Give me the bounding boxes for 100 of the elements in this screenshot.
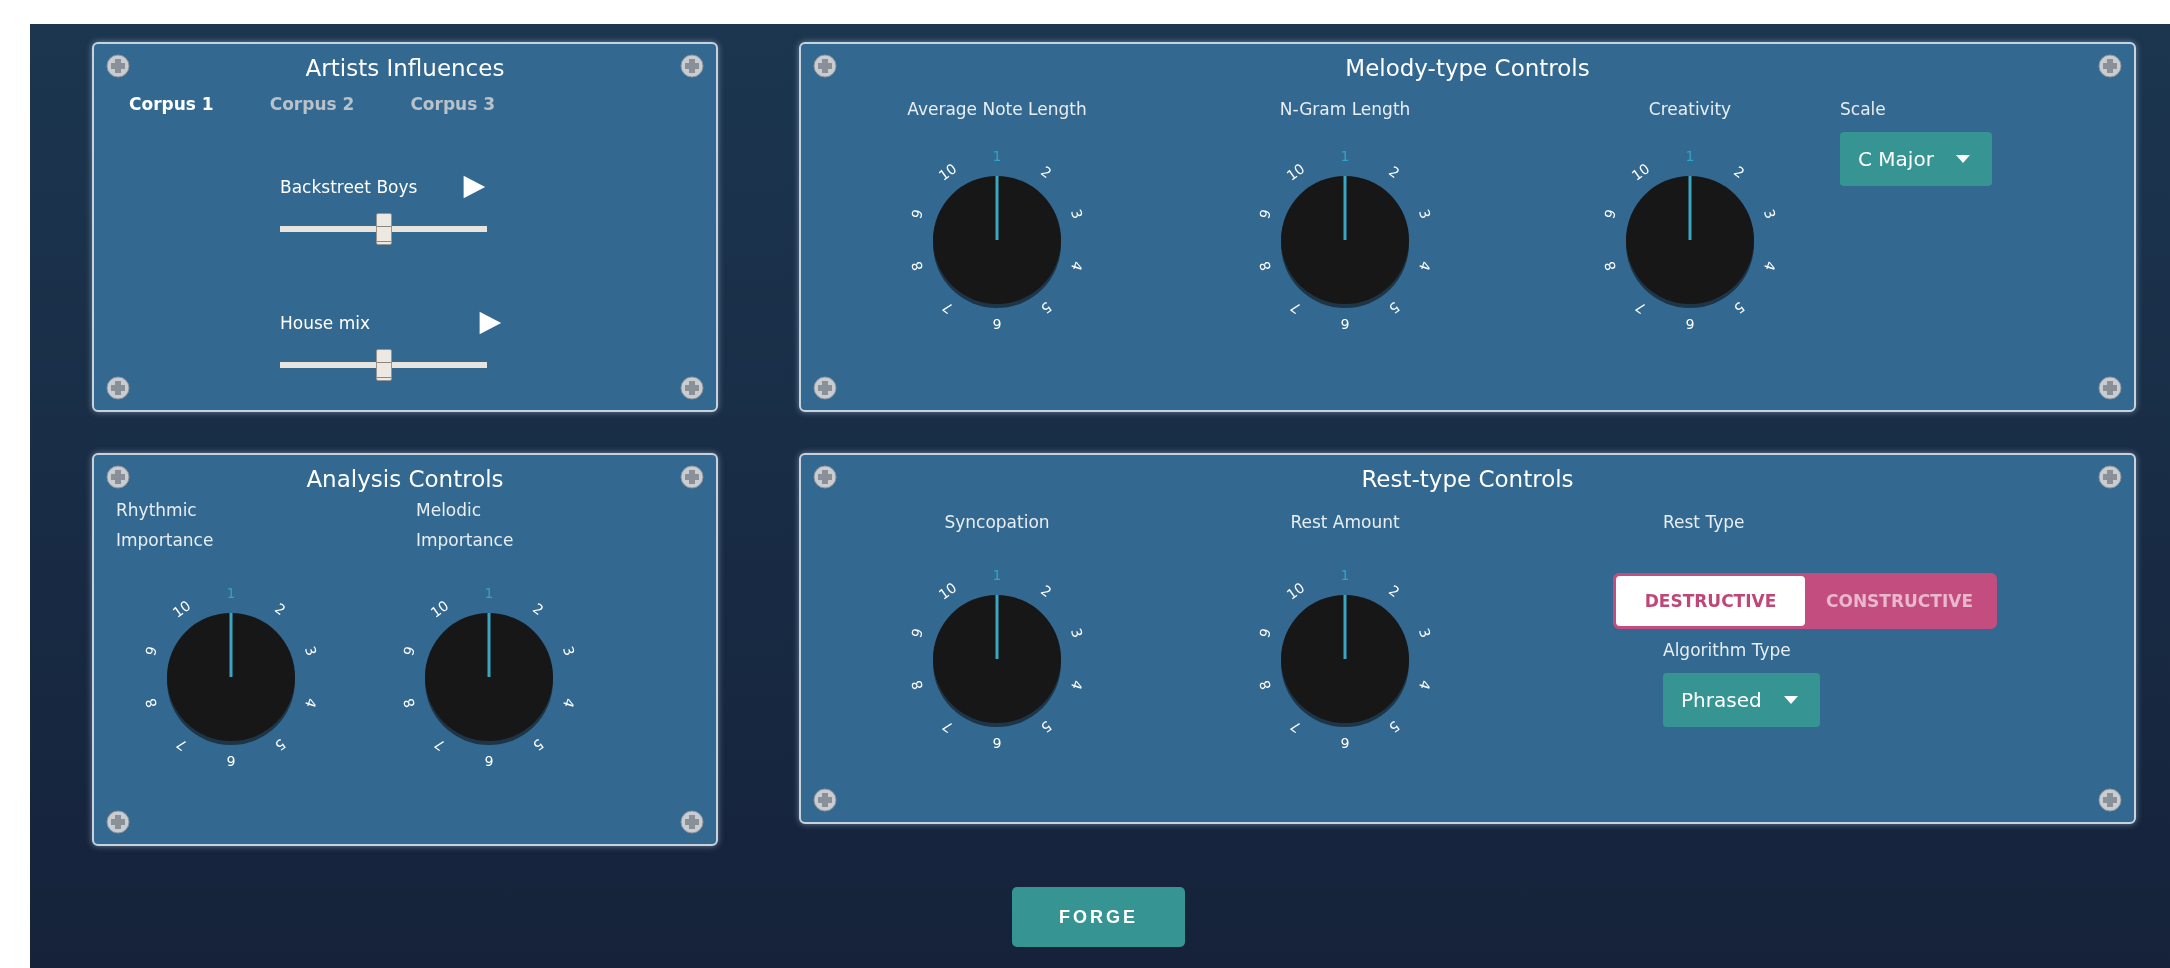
dial-number: 3 bbox=[559, 644, 578, 658]
dial-number: 1 bbox=[484, 585, 494, 601]
dial-number: 1 bbox=[992, 567, 1002, 583]
slider-thumb[interactable] bbox=[375, 349, 392, 381]
dial-number: 9 bbox=[908, 626, 927, 640]
dial-number: 5 bbox=[1038, 717, 1055, 737]
dial-number: 3 bbox=[1067, 626, 1086, 640]
dial-number: 10 bbox=[1283, 579, 1308, 603]
screw-icon bbox=[2098, 788, 2122, 812]
dial-number: 9 bbox=[908, 207, 927, 221]
screw-icon bbox=[2098, 54, 2122, 78]
dial-number: 10 bbox=[169, 597, 194, 621]
dial-number: 8 bbox=[400, 696, 419, 710]
dial-number: 10 bbox=[1283, 160, 1308, 184]
caret-icon bbox=[1783, 696, 1798, 704]
dial-number: 2 bbox=[530, 599, 547, 619]
toggle-option[interactable]: CONSTRUCTIVE bbox=[1805, 576, 1994, 626]
dial-number: 7 bbox=[939, 298, 956, 318]
dial-number: 6 bbox=[484, 753, 494, 769]
dial-number: 3 bbox=[1415, 207, 1434, 221]
screw-icon bbox=[106, 376, 130, 400]
dial-number: 9 bbox=[1256, 207, 1275, 221]
dial-number: 4 bbox=[1067, 259, 1086, 273]
option-label: Rest Type bbox=[1663, 511, 1745, 534]
dial-number: 7 bbox=[1287, 298, 1304, 318]
dial-number: 7 bbox=[431, 735, 448, 755]
dial-number: 8 bbox=[1256, 259, 1275, 273]
knob-label: Average Note Length bbox=[907, 98, 1087, 121]
screw-icon bbox=[680, 810, 704, 834]
slider-thumb[interactable] bbox=[375, 213, 392, 245]
knob-label: Syncopation bbox=[944, 511, 1050, 534]
knob-label: N-Gram Length bbox=[1279, 98, 1411, 121]
dial-number: 3 bbox=[1067, 207, 1086, 221]
dial-number: 8 bbox=[908, 678, 927, 692]
dial-number: 1 bbox=[992, 148, 1002, 164]
corpus-tab[interactable]: Corpus 2 bbox=[269, 94, 355, 114]
dial-number: 8 bbox=[908, 259, 927, 273]
play-icon[interactable] bbox=[462, 174, 486, 200]
forge-button[interactable]: FORGE bbox=[1012, 887, 1185, 947]
dial-number: 6 bbox=[1685, 316, 1695, 332]
dial-number: 4 bbox=[1760, 259, 1779, 273]
screw-icon bbox=[2098, 376, 2122, 400]
dial-number: 6 bbox=[226, 753, 236, 769]
dial-number: 2 bbox=[1038, 162, 1055, 182]
play-icon[interactable] bbox=[478, 310, 502, 336]
dial-number: 3 bbox=[301, 644, 320, 658]
dial-number: 5 bbox=[1731, 298, 1748, 318]
select-label: Algorithm Type bbox=[1663, 639, 1791, 662]
screw-icon bbox=[680, 54, 704, 78]
dial-number: 1 bbox=[1340, 567, 1350, 583]
screw-icon bbox=[106, 810, 130, 834]
dial-number: 5 bbox=[1386, 298, 1403, 318]
dial-number: 5 bbox=[530, 735, 547, 755]
knob-label: Melodic Importance bbox=[416, 499, 515, 552]
dial-number: 6 bbox=[992, 316, 1002, 332]
panel-title: Artists Influences bbox=[305, 54, 505, 83]
dial-number: 10 bbox=[1628, 160, 1653, 184]
dial-number: 4 bbox=[1415, 259, 1434, 273]
screw-icon bbox=[106, 465, 130, 489]
panel-title: Melody-type Controls bbox=[1345, 54, 1590, 83]
dial-number: 8 bbox=[1601, 259, 1620, 273]
dial-number: 6 bbox=[1340, 735, 1350, 751]
dial-number: 7 bbox=[1287, 717, 1304, 737]
algorithm-dropdown[interactable]: Phrased bbox=[1663, 673, 1820, 727]
dial-number: 10 bbox=[935, 579, 960, 603]
dial-number: 4 bbox=[301, 696, 320, 710]
select-label: Scale bbox=[1840, 98, 1886, 121]
dial-number: 10 bbox=[935, 160, 960, 184]
dial-number: 4 bbox=[559, 696, 578, 710]
toggle-option[interactable]: DESTRUCTIVE bbox=[1616, 576, 1805, 626]
track-name: Backstreet Boys bbox=[280, 177, 418, 197]
dial-number: 10 bbox=[427, 597, 452, 621]
dial-number: 5 bbox=[1386, 717, 1403, 737]
screw-icon bbox=[813, 54, 837, 78]
dial-number: 8 bbox=[1256, 678, 1275, 692]
corpus-tab[interactable]: Corpus 1 bbox=[129, 94, 214, 114]
dial-number: 8 bbox=[142, 696, 161, 710]
screw-icon bbox=[2098, 465, 2122, 489]
dial-number: 5 bbox=[272, 735, 289, 755]
dial-number: 4 bbox=[1067, 678, 1086, 692]
dial-number: 7 bbox=[173, 735, 190, 755]
screw-icon bbox=[680, 465, 704, 489]
dial-number: 3 bbox=[1415, 626, 1434, 640]
dial-number: 1 bbox=[1685, 148, 1695, 164]
dial-number: 7 bbox=[1632, 298, 1649, 318]
knob-label: Rhythmic Importance bbox=[116, 499, 215, 552]
dial-number: 9 bbox=[1256, 626, 1275, 640]
screw-icon bbox=[813, 465, 837, 489]
screw-icon bbox=[680, 376, 704, 400]
dial-number: 1 bbox=[1340, 148, 1350, 164]
scale-dropdown[interactable]: C Major bbox=[1840, 132, 1992, 186]
dial-number: 2 bbox=[272, 599, 289, 619]
corpus-tab[interactable]: Corpus 3 bbox=[410, 94, 496, 114]
panel-title: Analysis Controls bbox=[306, 465, 504, 494]
dial-number: 5 bbox=[1038, 298, 1055, 318]
track-name: House mix bbox=[280, 313, 371, 333]
dial-number: 6 bbox=[1340, 316, 1350, 332]
dial-number: 2 bbox=[1386, 162, 1403, 182]
dial-number: 3 bbox=[1760, 207, 1779, 221]
dial-number: 9 bbox=[142, 644, 161, 658]
